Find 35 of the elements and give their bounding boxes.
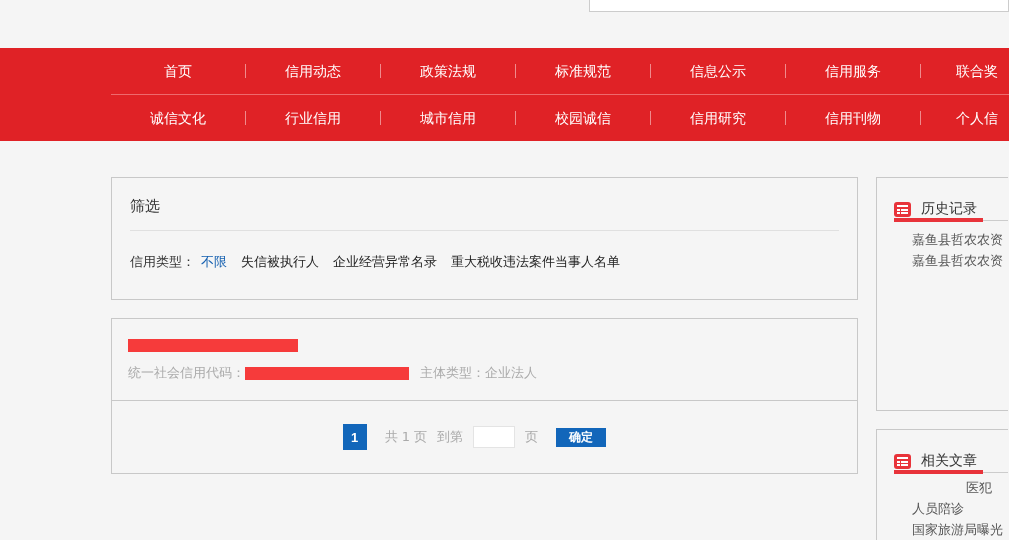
filter-title: 筛选 [129,196,161,217]
article-link[interactable]: 国家旅游局曝光 [894,521,1008,539]
nav-link[interactable]: 政策法规 [380,64,515,78]
page-unit: 页 [525,428,539,446]
filter-option[interactable]: 企业经营异常名录 [333,253,437,271]
sidebar-title: 历史记录 [921,200,977,218]
history-link[interactable]: 嘉鱼县哲农农资 [894,252,1008,270]
sidebar-title: 相关文章 [921,452,977,470]
nav-link[interactable]: 标准规范 [515,64,650,78]
nav-link[interactable]: 个人信 [920,111,1009,125]
confirm-button[interactable]: 确定 [556,427,607,447]
search-field[interactable] [589,0,1009,12]
page-total: 共 1 页 [384,428,428,446]
nav-link[interactable]: 校园诚信 [515,111,650,125]
article-link[interactable]: 人员陪诊 [894,500,1008,518]
nav-link[interactable]: 联合奖 [920,64,1009,78]
nav-link[interactable]: 城市信用 [380,111,515,125]
page-button[interactable]: 1 [342,424,367,450]
nav-link[interactable]: 信用动态 [245,64,380,78]
article-link[interactable]: 医犯 [966,480,992,495]
history-link[interactable]: 嘉鱼县哲农农资 [894,231,1008,249]
filter-option[interactable]: 重大税收违法案件当事人名单 [451,253,620,271]
filter-label: 信用类型： [130,253,195,271]
filter-option[interactable]: 不限 [201,253,227,271]
nav-link[interactable]: 行业信用 [245,111,380,125]
nav-link[interactable]: 首页 [111,64,245,78]
nav-link[interactable]: 信用研究 [650,111,785,125]
goto-label: 到第 [437,428,464,446]
nav-link[interactable]: 信用服务 [785,64,920,78]
nav-link[interactable]: 信息公示 [650,64,785,78]
nav-link[interactable]: 信用刊物 [785,111,920,125]
entity-type: 主体类型：企业法人 [420,364,537,382]
page-input[interactable] [473,426,516,448]
nav-link[interactable]: 诚信文化 [111,111,245,125]
filter-option[interactable]: 失信被执行人 [241,253,319,271]
